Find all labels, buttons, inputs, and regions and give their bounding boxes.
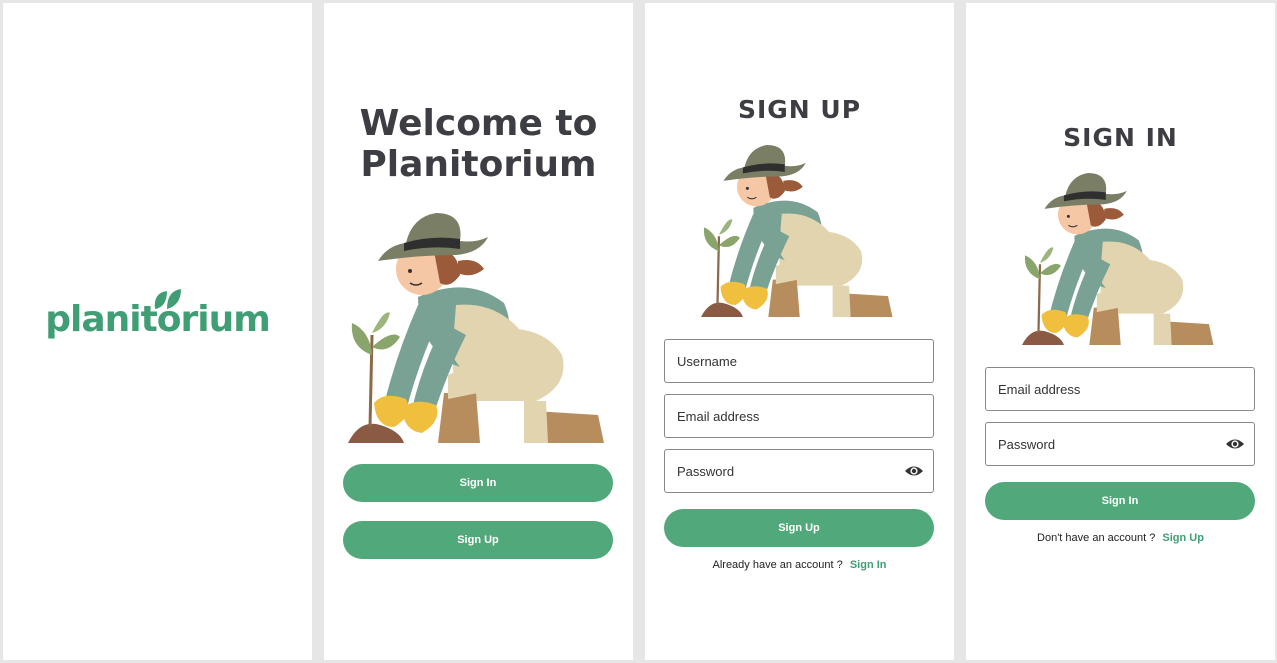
email-field[interactable]: Email address xyxy=(985,367,1255,411)
signup-button[interactable]: Sign Up xyxy=(343,521,613,559)
leaf-icon xyxy=(154,289,181,309)
gardener-planting-illustration xyxy=(701,143,894,319)
username-field[interactable]: Username xyxy=(664,339,934,383)
gardener-planting-illustration xyxy=(348,211,606,445)
splash-screen: planitorium xyxy=(3,3,312,660)
welcome-title: Welcome to Planitorium xyxy=(324,103,633,185)
signup-prompt: Don't have an account ? Sign Up xyxy=(966,532,1275,544)
email-placeholder: Email address xyxy=(677,408,760,424)
email-field[interactable]: Email address xyxy=(664,394,934,438)
eye-icon[interactable] xyxy=(904,463,924,479)
signin-title: SIGN IN xyxy=(1063,123,1178,152)
eye-icon[interactable] xyxy=(1225,436,1245,452)
password-field[interactable]: Password xyxy=(664,449,934,493)
signin-prompt: Already have an account ? Sign In xyxy=(645,559,954,571)
password-placeholder: Password xyxy=(677,463,735,479)
signin-button[interactable]: Sign In xyxy=(343,464,613,502)
email-placeholder: Email address xyxy=(998,381,1081,397)
gardener-planting-illustration xyxy=(1022,171,1215,347)
signup-submit-button[interactable]: Sign Up xyxy=(664,509,934,547)
signin-link[interactable]: Sign In xyxy=(850,559,887,571)
welcome-screen: Welcome to Planitorium Sign In Sign Up xyxy=(324,3,633,660)
signup-prompt-text: Don't have an account ? xyxy=(1037,532,1156,544)
welcome-title-line1: Welcome to xyxy=(359,103,598,144)
signin-screen: SIGN IN Email address Password Sign In D… xyxy=(966,3,1275,660)
planitorium-logo: planitorium xyxy=(3,289,312,340)
welcome-title-line2: Planitorium xyxy=(360,144,597,185)
password-placeholder: Password xyxy=(998,436,1056,452)
username-placeholder: Username xyxy=(677,353,737,369)
signin-submit-button[interactable]: Sign In xyxy=(985,482,1255,520)
signup-title: SIGN UP xyxy=(737,95,862,124)
password-field[interactable]: Password xyxy=(985,422,1255,466)
signin-prompt-text: Already have an account ? xyxy=(712,559,843,571)
signup-link[interactable]: Sign Up xyxy=(1162,532,1204,544)
signup-screen: SIGN UP Username Email address Password … xyxy=(645,3,954,660)
